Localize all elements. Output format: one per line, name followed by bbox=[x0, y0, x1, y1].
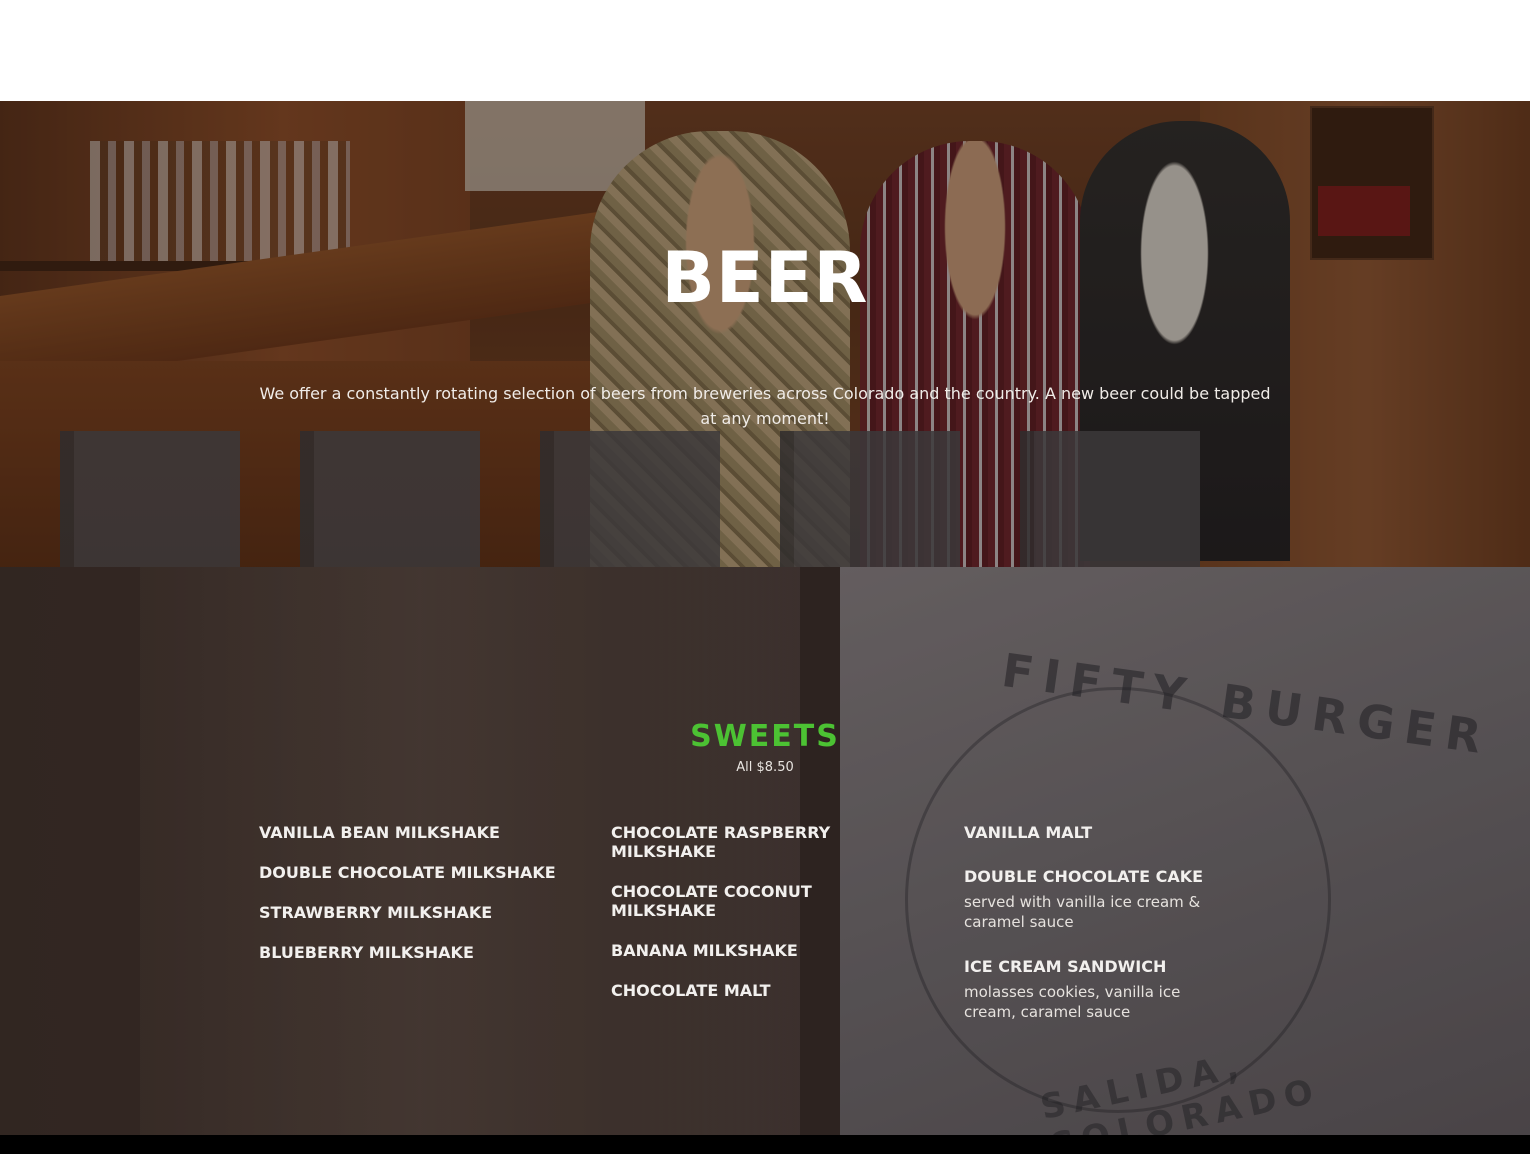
menu-item-description: served with vanilla ice cream & caramel … bbox=[964, 893, 1201, 931]
menu-item: CHOCOLATE MALT bbox=[611, 981, 911, 1000]
hero-dark-overlay bbox=[0, 101, 1530, 567]
menu-column-3: VANILLA MALT DOUBLE CHOCOLATE CAKE serve… bbox=[964, 823, 1214, 1047]
menu-item-name: ICE CREAM SANDWICH bbox=[964, 957, 1167, 976]
menu-item-name: STRAWBERRY MILKSHAKE bbox=[259, 903, 493, 922]
sweets-heading: SWEETS bbox=[690, 719, 840, 754]
menu-item: BLUEBERRY MILKSHAKE bbox=[259, 943, 559, 962]
menu-item-name: BLUEBERRY MILKSHAKE bbox=[259, 943, 474, 962]
menu-item: DOUBLE CHOCOLATE MILKSHAKE bbox=[259, 863, 559, 882]
menu-item: BANANA MILKSHAKE bbox=[611, 941, 911, 960]
menu-item: ICE CREAM SANDWICH molasses cookies, van… bbox=[964, 957, 1214, 1022]
menu-item: CHOCOLATE COCONUT MILKSHAKE bbox=[611, 882, 911, 920]
menu-item-name: CHOCOLATE RASPBERRY MILKSHAKE bbox=[611, 823, 831, 861]
menu-item: STRAWBERRY MILKSHAKE bbox=[259, 903, 559, 922]
menu-item-name: CHOCOLATE MALT bbox=[611, 981, 771, 1000]
menu-item-name: DOUBLE CHOCOLATE CAKE bbox=[964, 867, 1204, 886]
sweets-price: All $8.50 bbox=[736, 760, 794, 775]
menu-item-description: molasses cookies, vanilla ice cream, car… bbox=[964, 983, 1181, 1021]
top-navigation-bar bbox=[0, 0, 1530, 101]
menu-item: VANILLA BEAN MILKSHAKE bbox=[259, 823, 559, 842]
menu-column-2: CHOCOLATE RASPBERRY MILKSHAKE CHOCOLATE … bbox=[611, 823, 911, 1021]
beer-heading: BEER bbox=[661, 237, 869, 319]
menu-item: VANILLA MALT bbox=[964, 823, 1214, 842]
menu-column-1: VANILLA BEAN MILKSHAKE DOUBLE CHOCOLATE … bbox=[259, 823, 559, 983]
menu-item-name: VANILLA BEAN MILKSHAKE bbox=[259, 823, 500, 842]
menu-item: CHOCOLATE RASPBERRY MILKSHAKE bbox=[611, 823, 911, 861]
menu-item-name: DOUBLE CHOCOLATE MILKSHAKE bbox=[259, 863, 556, 882]
beer-section: BEER We offer a constantly rotating sele… bbox=[0, 101, 1530, 567]
sweets-section: FIFTY BURGER SALIDA, COLORADO SWEETS All… bbox=[0, 567, 1530, 1135]
footer-bar bbox=[0, 1135, 1530, 1154]
beer-description: We offer a constantly rotating selection… bbox=[259, 384, 1271, 428]
menu-item-name: BANANA MILKSHAKE bbox=[611, 941, 798, 960]
menu-item-name: VANILLA MALT bbox=[964, 823, 1093, 842]
menu-item: DOUBLE CHOCOLATE CAKE served with vanill… bbox=[964, 867, 1214, 932]
menu-item-name: CHOCOLATE COCONUT MILKSHAKE bbox=[611, 882, 812, 920]
